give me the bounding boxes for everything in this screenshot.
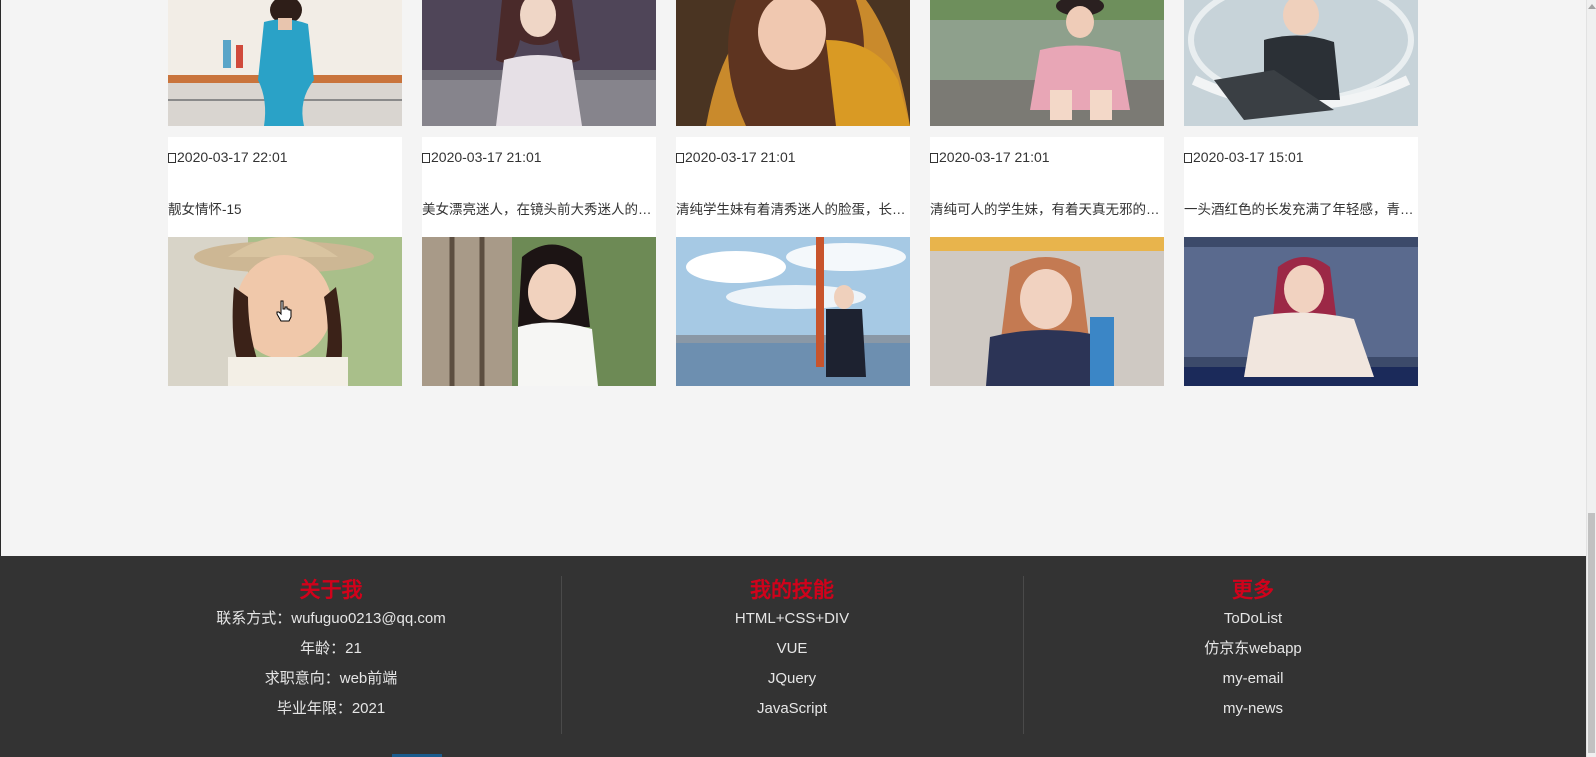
footer-about-age: 年龄：21 [300, 640, 362, 657]
card-title[interactable]: 靓女情怀-15 [168, 198, 400, 218]
hand-pointer-icon [276, 300, 292, 322]
footer-about-graduation: 毕业年限：2021 [276, 700, 386, 717]
card-date: 2020-03-17 21:01 [930, 149, 1050, 165]
card-title[interactable]: 清纯学生妹有着清秀迷人的脸蛋，长发飘飘 [676, 198, 908, 218]
card-info: 2020-03-17 21:01 清纯可人的学生妹，有着天真无邪的笑容 [930, 137, 1164, 237]
calendar-icon [422, 153, 430, 163]
photo-thumbnail[interactable] [930, 237, 1164, 386]
photo-thumbnail[interactable] [168, 0, 402, 126]
footer-more: 更多 ToDoList 仿京东webapp my-email my-news [1023, 556, 1483, 757]
footer-link-jd-webapp[interactable]: 仿京东webapp [1023, 634, 1483, 664]
footer-link-my-news[interactable]: my-news [1023, 694, 1483, 724]
photo-thumbnail[interactable] [930, 0, 1164, 126]
card-info: 2020-03-17 21:01 清纯学生妹有着清秀迷人的脸蛋，长发飘飘 [676, 137, 910, 237]
footer-about-contact: 联系方式：wufuguo0213@qq.com [216, 610, 446, 627]
footer-about: 关于我 联系方式：wufuguo0213@qq.com 年龄：21 求职意向：w… [101, 556, 561, 757]
card-date: 2020-03-17 22:01 [168, 149, 288, 165]
calendar-icon [930, 153, 938, 163]
page-left-border [0, 0, 1, 556]
card-title[interactable]: 一头酒红色的长发充满了年轻感，青春活力 [1184, 198, 1416, 218]
photo-thumbnail[interactable] [1184, 0, 1418, 126]
card-info: 2020-03-17 21:01 美女漂亮迷人，在镜头前大秀迷人的身材，性感又迷… [422, 137, 656, 237]
photo-thumbnail[interactable] [676, 0, 910, 126]
card-date: 2020-03-17 21:01 [422, 149, 542, 165]
footer-link-my-email[interactable]: my-email [1023, 664, 1483, 694]
footer-skills-title: 我的技能 [750, 579, 834, 602]
scrollbar-thumb[interactable] [1588, 513, 1595, 753]
calendar-icon [676, 153, 684, 163]
site-footer: 关于我 联系方式：wufuguo0213@qq.com 年龄：21 求职意向：w… [0, 556, 1586, 757]
footer-skill-item: HTML+CSS+DIV [734, 610, 850, 627]
card-title[interactable]: 美女漂亮迷人，在镜头前大秀迷人的身材，性感又迷人 [422, 198, 654, 218]
photo-thumbnail[interactable] [422, 237, 656, 386]
footer-about-title: 关于我 [299, 579, 363, 602]
card-date: 2020-03-17 15:01 [1184, 149, 1304, 165]
vertical-scrollbar[interactable] [1586, 0, 1596, 757]
footer-skill-item: JavaScript [756, 700, 828, 717]
calendar-icon [168, 153, 176, 163]
card-info: 2020-03-17 15:01 一头酒红色的长发充满了年轻感，青春活力 [1184, 137, 1418, 237]
calendar-icon [1184, 153, 1192, 163]
footer-link-todolist[interactable]: ToDoList [1023, 604, 1483, 634]
footer-about-intent: 求职意向：web前端 [264, 670, 398, 687]
photo-thumbnail[interactable] [1184, 237, 1418, 386]
card-title[interactable]: 清纯可人的学生妹，有着天真无邪的笑容 [930, 198, 1162, 218]
footer-skills: 我的技能 HTML+CSS+DIV VUE JQuery JavaScript [562, 556, 1022, 757]
card-date: 2020-03-17 21:01 [676, 149, 796, 165]
photo-thumbnail[interactable] [676, 237, 910, 386]
footer-more-title: 更多 [1232, 579, 1274, 602]
footer-skill-item: VUE [776, 640, 808, 657]
footer-skill-item: JQuery [767, 670, 817, 687]
photo-thumbnail[interactable] [422, 0, 656, 126]
card-info: 2020-03-17 22:01 靓女情怀-15 [168, 137, 402, 237]
scroll-up-arrow-icon[interactable] [1588, 4, 1596, 9]
